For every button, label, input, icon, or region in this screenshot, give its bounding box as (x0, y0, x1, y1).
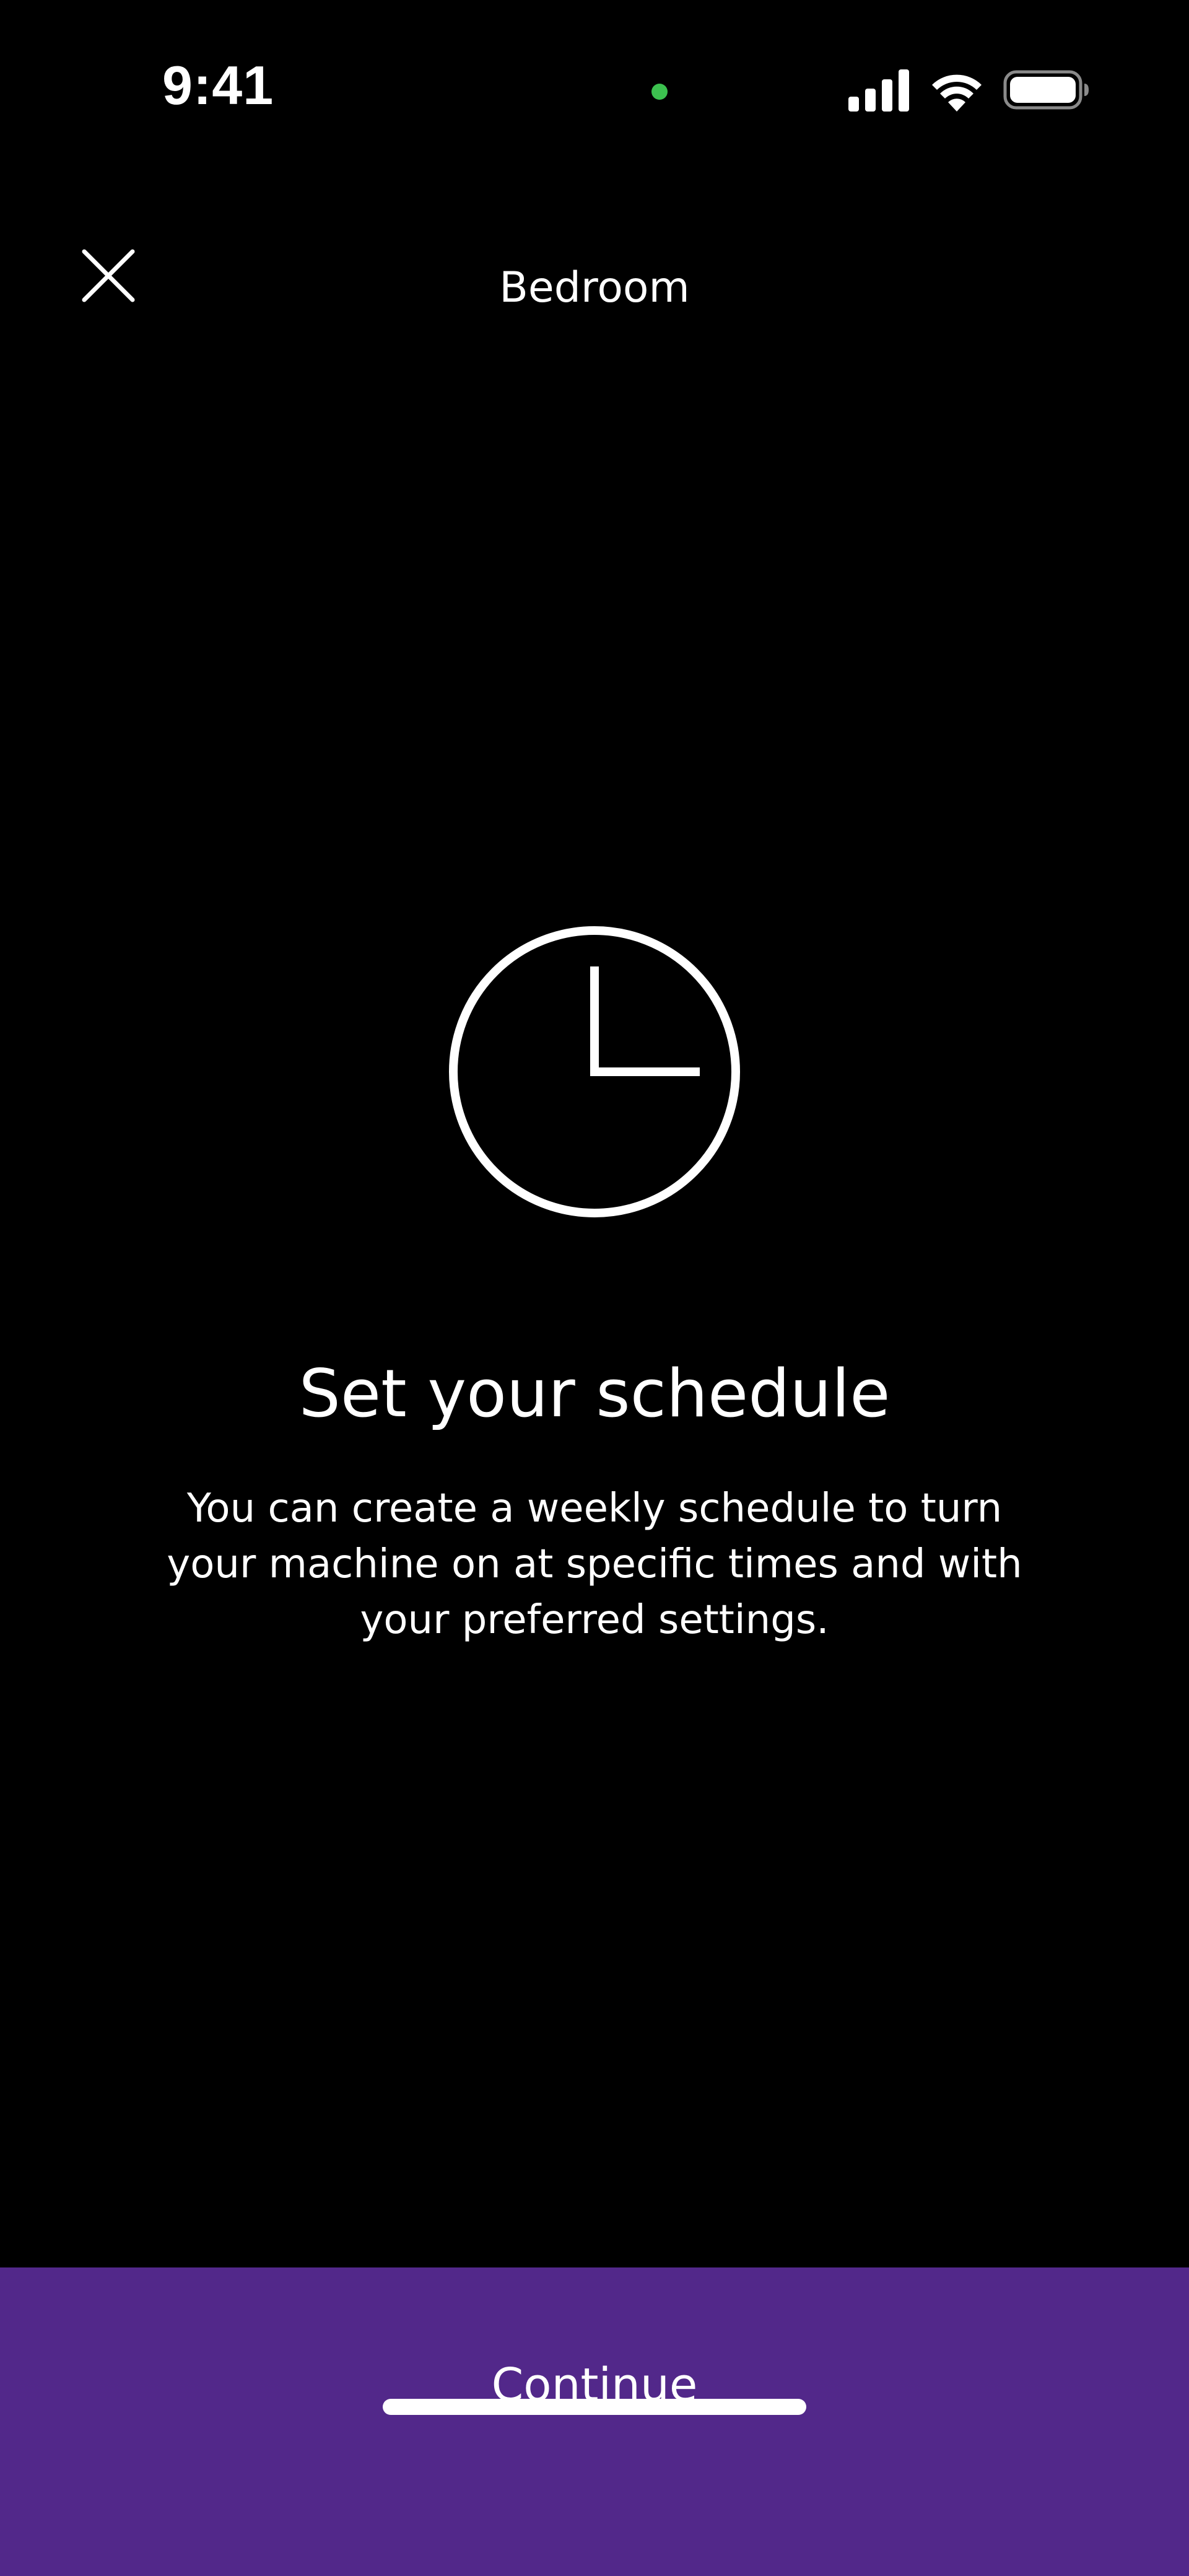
status-icons (848, 62, 1090, 118)
header-title: Bedroom (499, 263, 690, 312)
wifi-icon (932, 74, 982, 112)
clock-icon (449, 926, 740, 1217)
footer: Continue (0, 2267, 1189, 2576)
header: Bedroom (0, 211, 1189, 322)
continue-button[interactable]: Continue (0, 2267, 1189, 2503)
status-bar: 9:41 (0, 0, 1189, 180)
cellular-signal-icon (848, 69, 909, 112)
page-title: Set your schedule (298, 1356, 891, 1432)
status-time: 9:41 (162, 55, 274, 116)
home-indicator (383, 2399, 806, 2415)
privacy-indicator-dot (651, 84, 668, 100)
page-description: You can create a weekly schedule to turn… (167, 1486, 1022, 1643)
battery-icon (1003, 70, 1089, 110)
